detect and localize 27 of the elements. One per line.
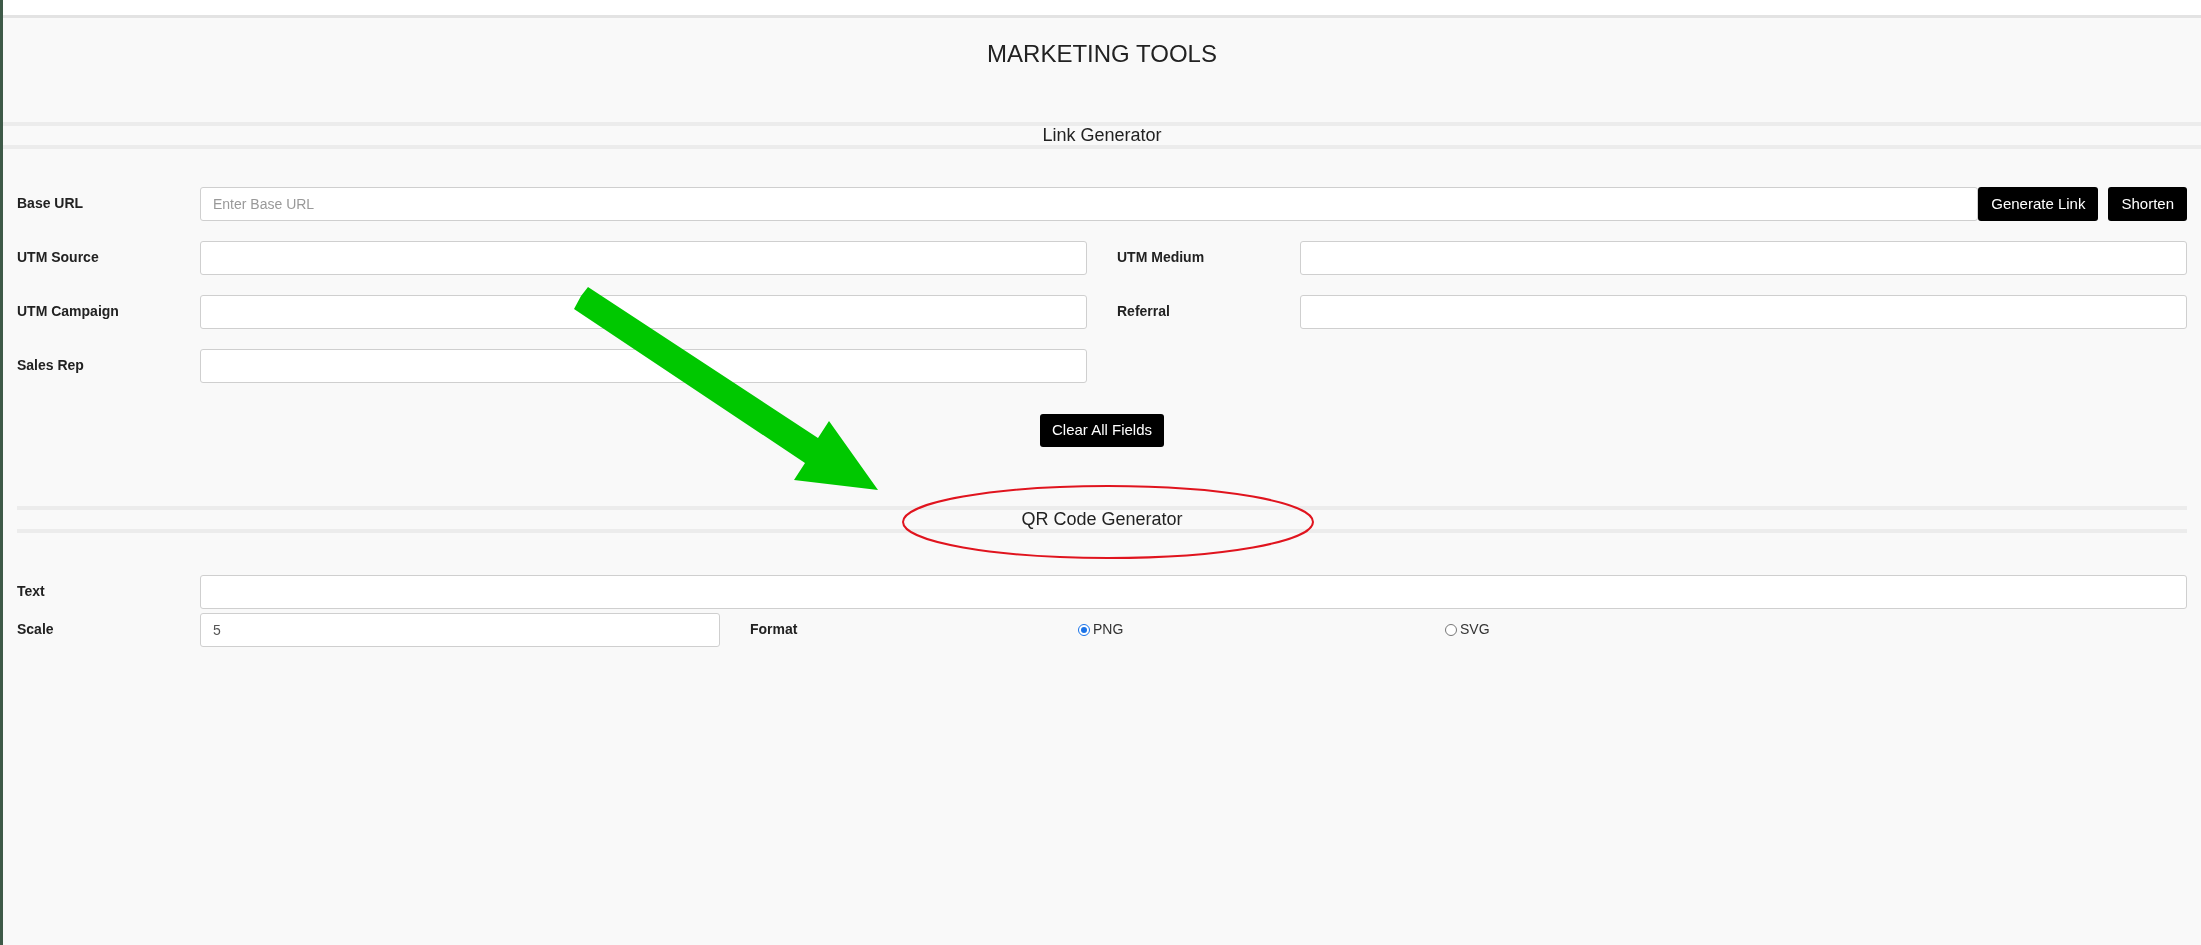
text-field[interactable] (1300, 241, 2187, 275)
field-label: UTM Campaign (17, 302, 120, 321)
text-field[interactable] (1300, 295, 2187, 329)
field-label: Base URL (17, 194, 85, 213)
section-heading: Link Generator (1042, 124, 1162, 147)
clear-all-fields-button[interactable]: Clear All Fields (1039, 414, 1164, 447)
text-field[interactable] (200, 349, 1087, 383)
shorten-button[interactable]: Shorten (2108, 187, 2187, 221)
field-label: Format (750, 620, 799, 639)
scale-field[interactable]: 5 (200, 613, 720, 647)
base-url-field[interactable]: Enter Base URL (200, 187, 1979, 221)
radio-icon[interactable] (1078, 623, 1090, 636)
text-field[interactable] (200, 241, 1087, 275)
generate-link-button[interactable]: Generate Link (1978, 187, 2099, 221)
format-radio[interactable]: SVG (1445, 613, 1490, 640)
field-label: Scale (17, 620, 55, 639)
field-label: UTM Source (17, 248, 100, 267)
format-radio[interactable]: PNG (1078, 613, 1445, 640)
field-label: UTM Medium (1117, 248, 1206, 267)
text-field[interactable] (200, 295, 1087, 329)
radio-icon[interactable] (1445, 623, 1457, 636)
field-label: Sales Rep (17, 356, 85, 375)
page-title: MARKETING TOOLS (987, 39, 1217, 69)
text-field[interactable] (200, 575, 2187, 609)
field-label: Text (17, 582, 46, 601)
section-heading: QR Code Generator (1021, 508, 1183, 531)
field-label: Referral (1117, 302, 1171, 321)
